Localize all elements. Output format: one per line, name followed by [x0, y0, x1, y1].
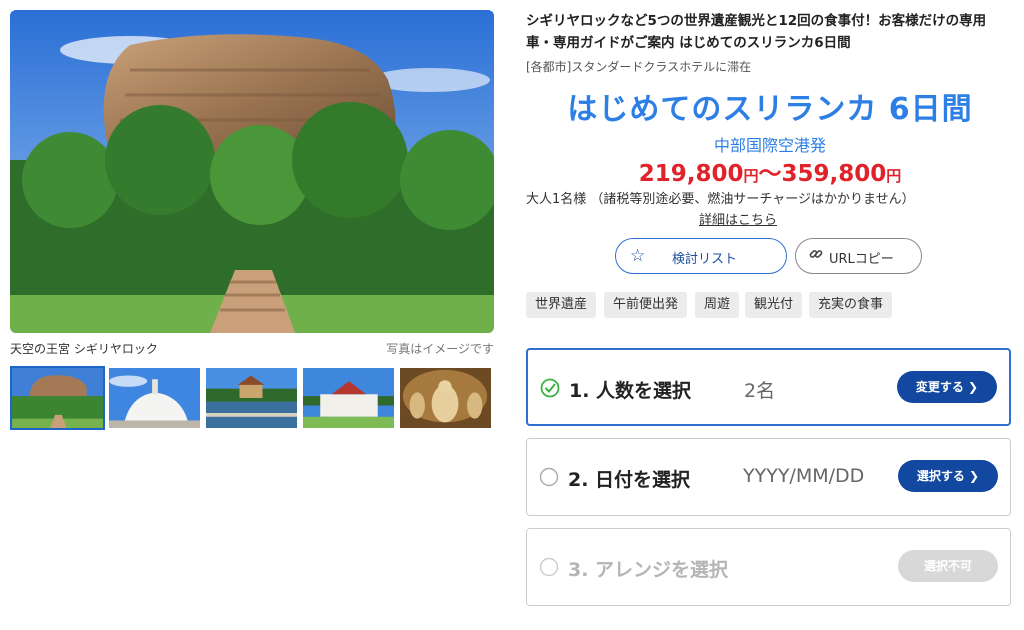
change-party-size-button[interactable]: 変更する ❯: [897, 371, 997, 403]
thumbnail-sigiriya[interactable]: [10, 366, 105, 430]
thumbnail-cave-buddha[interactable]: [398, 366, 493, 430]
date-placeholder: YYYY/MM/DD: [743, 465, 865, 487]
tour-title-line2: 車・専用ガイドがご案内 はじめてのスリランカ6日間: [526, 35, 851, 51]
wishlist-label: 検討リスト: [672, 252, 738, 267]
step-date[interactable]: 2. 日付を選択 YYYY/MM/DD 選択する ❯: [526, 438, 1011, 516]
thumbnail-temple-lake[interactable]: [204, 366, 299, 430]
add-to-wishlist-button[interactable]: ☆ 検討リスト: [615, 238, 787, 274]
step-party-size[interactable]: 1. 人数を選択 2名 変更する ❯: [526, 348, 1011, 426]
yen-unit: 円: [886, 167, 902, 185]
star-icon: ☆: [630, 246, 646, 266]
select-date-button[interactable]: 選択する ❯: [898, 460, 998, 492]
empty-circle-icon: [539, 557, 559, 577]
empty-circle-icon: [539, 467, 559, 487]
tag-sightseeing: 観光付: [745, 292, 803, 318]
details-link[interactable]: 詳細はこちら: [526, 209, 950, 228]
main-photo: [10, 10, 494, 333]
thumbnail-white-stupa[interactable]: [107, 366, 202, 430]
step-arrangement: 3. アレンジを選択 選択不可: [526, 528, 1011, 606]
yen-unit: 円: [743, 167, 759, 185]
price-note: 大人1名様 （諸税等別途必要、燃油サーチャージはかかりません）: [526, 192, 915, 207]
step-2-label: 2. 日付を選択: [568, 469, 691, 491]
sigiriya-rock-thumb: [12, 368, 103, 428]
hotel-note: [各都市]スタンダードクラスホテルに滞在: [526, 60, 752, 74]
white-stupa-thumb: [109, 368, 200, 428]
step-3-label: 3. アレンジを選択: [568, 559, 729, 581]
copy-url-label: URLコピー: [829, 252, 894, 267]
tag-tour-circuit: 周遊: [695, 292, 740, 318]
tour-title-line1: シギリヤロックなど5つの世界遺産観光と12回の食事付！お客様だけの専用: [526, 13, 987, 29]
photo-disclaimer: 写真はイメージです: [386, 342, 494, 356]
check-circle-icon: [540, 378, 560, 398]
party-size-value: 2名: [744, 380, 776, 402]
tour-title: シギリヤロックなど5つの世界遺産観光と12回の食事付！お客様だけの専用 車・専用…: [526, 10, 1014, 54]
temple-lake-thumb: [206, 368, 297, 428]
tag-morning-flight: 午前便出発: [604, 292, 688, 318]
copy-url-button[interactable]: URLコピー: [795, 238, 922, 274]
departure-airport: 中部国際空港発: [713, 136, 826, 155]
price-high: 359,800: [781, 161, 887, 187]
tour-name-heading: はじめてのスリランカ 6日間: [567, 92, 973, 127]
thumbnail-strip: [10, 366, 495, 432]
price-tilde: 〜: [758, 161, 782, 187]
arrangement-unavailable-button: 選択不可: [898, 550, 998, 582]
step-1-label: 1. 人数を選択: [569, 380, 692, 402]
tag-meals: 充実の食事: [809, 292, 893, 318]
price-low: 219,800: [638, 161, 744, 187]
thumbnail-tooth-temple[interactable]: [301, 366, 396, 430]
cave-buddha-thumb: [400, 368, 491, 428]
photo-caption: 天空の王宮 シギリヤロック 写真はイメージです: [10, 340, 494, 356]
tag-world-heritage: 世界遺産: [526, 292, 597, 318]
sigiriya-rock-image: [10, 10, 494, 333]
price-range: 219,800円〜359,800円: [526, 154, 1014, 188]
photo-caption-title: 天空の王宮 シギリヤロック: [10, 342, 158, 356]
link-icon: [809, 247, 823, 265]
tooth-temple-thumb: [303, 368, 394, 428]
